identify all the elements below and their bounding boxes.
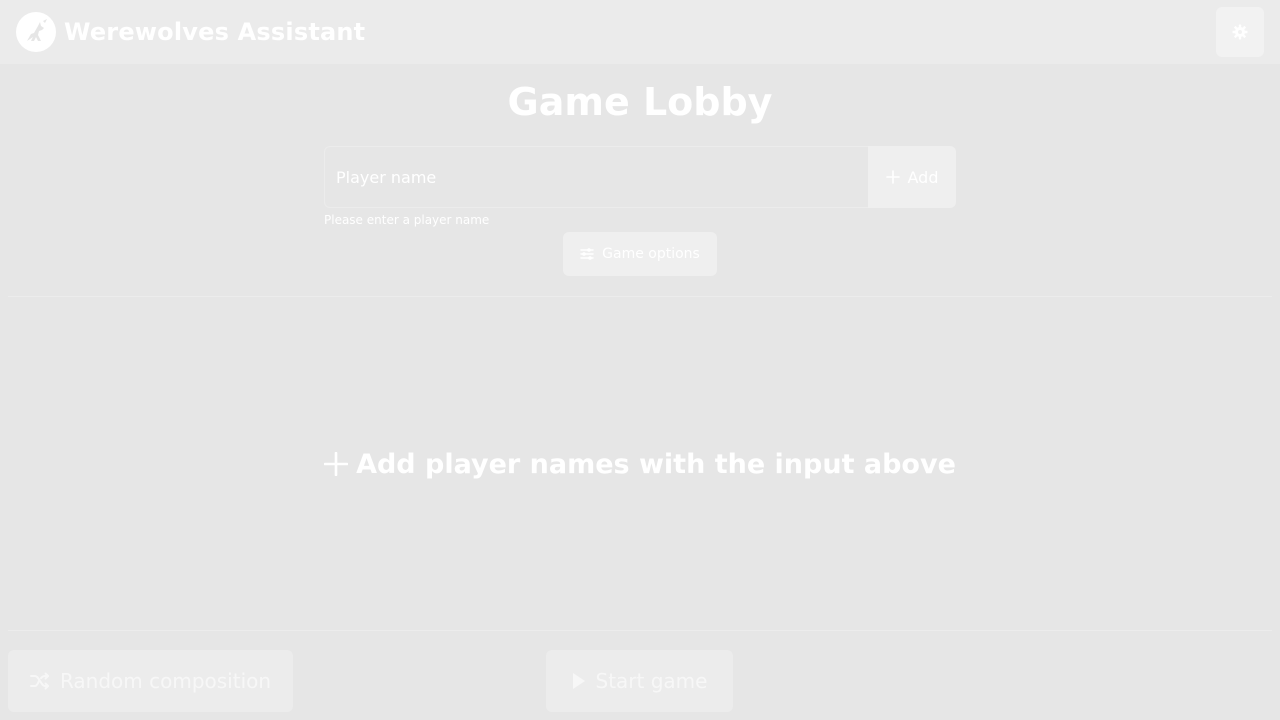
top-bar: Werewolves Assistant <box>0 0 1280 64</box>
brand[interactable]: Werewolves Assistant <box>16 12 365 52</box>
settings-button[interactable] <box>1216 7 1264 57</box>
play-icon <box>572 672 586 690</box>
divider <box>8 630 1272 631</box>
app-title: Werewolves Assistant <box>64 18 366 46</box>
game-options-label: Game options <box>602 246 700 262</box>
player-name-input[interactable] <box>324 146 868 208</box>
empty-players-message: Add player names with the input above <box>0 444 1280 484</box>
shuffle-icon <box>29 672 50 690</box>
start-game-button[interactable]: Start game <box>546 650 733 712</box>
plus-icon <box>324 452 349 476</box>
add-button-label: Add <box>907 167 939 187</box>
wolf-logo-icon <box>16 12 56 52</box>
game-options-button[interactable]: Game options <box>563 232 717 276</box>
validation-hint: Please enter a player name <box>324 213 490 227</box>
plus-icon <box>885 170 900 184</box>
random-composition-label: Random composition <box>59 669 272 693</box>
divider <box>8 296 1272 297</box>
gear-icon <box>1232 24 1248 40</box>
sliders-icon <box>580 247 594 261</box>
add-player-button[interactable]: Add <box>868 146 956 208</box>
random-composition-button[interactable]: Random composition <box>8 650 293 712</box>
start-game-label: Start game <box>595 669 708 693</box>
empty-players-text: Add player names with the input above <box>356 448 956 480</box>
page-title: Game Lobby <box>507 80 773 124</box>
